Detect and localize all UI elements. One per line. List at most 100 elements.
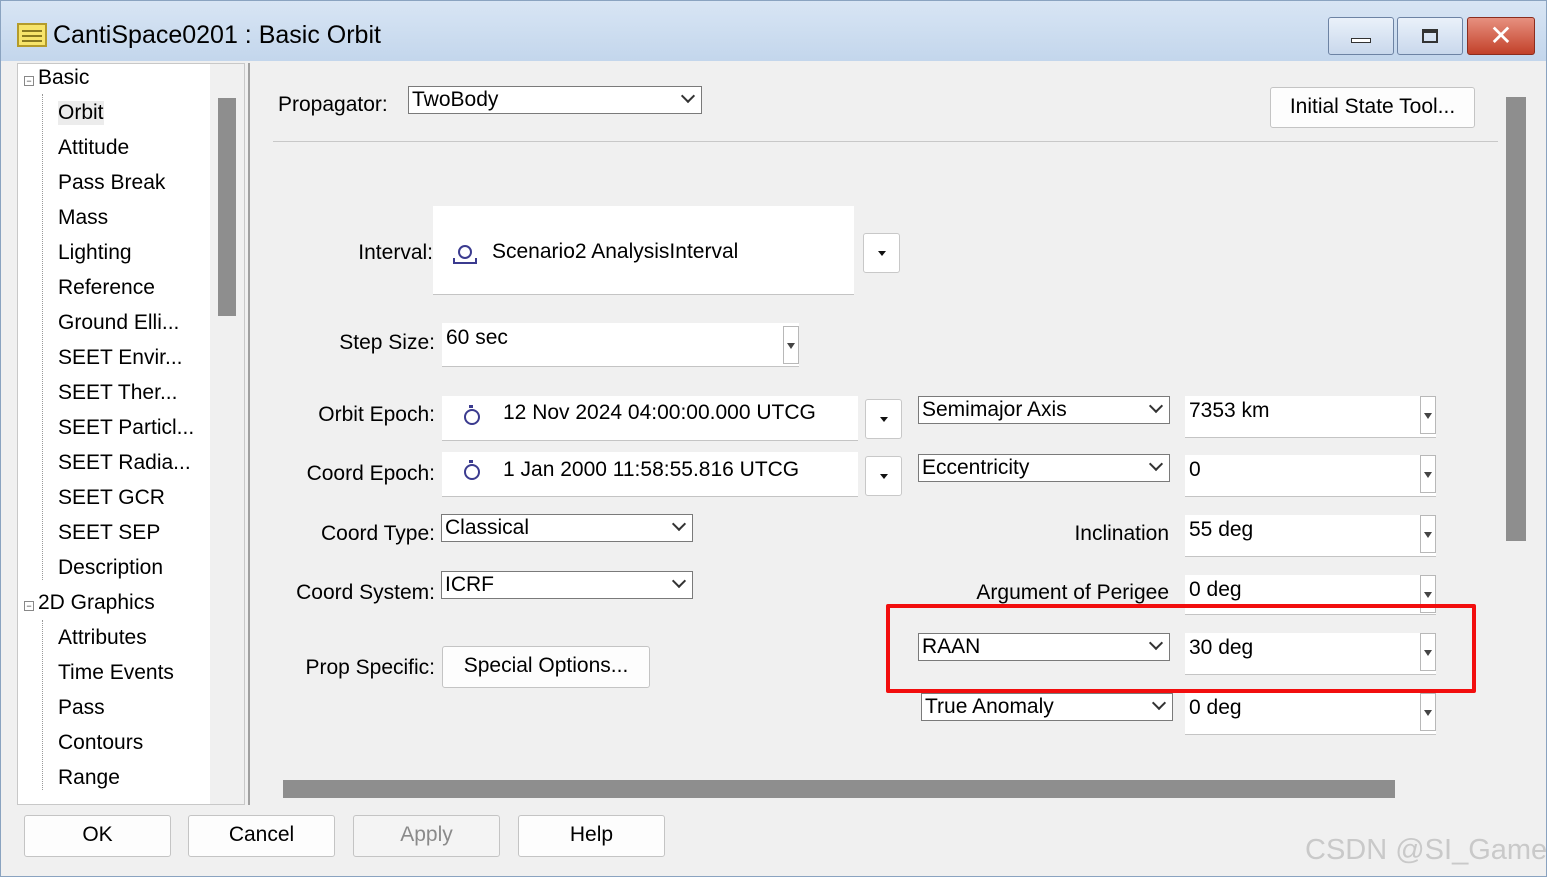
window-title: CantiSpace0201 : Basic Orbit: [53, 21, 381, 49]
step-size-value: 60 sec: [446, 326, 508, 349]
propagator-value: TwoBody: [412, 88, 499, 111]
tree-item-time-events[interactable]: Time Events: [18, 659, 212, 694]
step-size-spinner[interactable]: [783, 326, 799, 364]
tree-pane: − Basic Orbit Attitude Pass Break Mass L…: [17, 63, 245, 805]
divider: [273, 141, 1498, 142]
orbit-epoch-field[interactable]: 12 Nov 2024 04:00:00.000 UTCG: [442, 396, 858, 441]
inclination-input[interactable]: 55 deg: [1185, 515, 1436, 557]
orbit-epoch-value: 12 Nov 2024 04:00:00.000 UTCG: [503, 401, 816, 424]
tree-item-label: Description: [58, 556, 164, 579]
coord-type-select[interactable]: Classical: [441, 514, 693, 542]
main-horizontal-scrollbar-thumb[interactable]: [283, 780, 1395, 798]
notepad-icon: [17, 23, 47, 47]
title-bar[interactable]: CantiSpace0201 : Basic Orbit ✕: [1, 1, 1546, 61]
semimajor-axis-input[interactable]: 7353 km: [1185, 396, 1436, 438]
tree-item-seet-radiation[interactable]: SEET Radia...: [18, 449, 212, 484]
coord-type-value: Classical: [445, 516, 530, 539]
semimajor-axis-spinner[interactable]: [1420, 396, 1436, 434]
inclination-value: 55 deg: [1189, 518, 1254, 541]
tree-item-label: Basic: [38, 66, 90, 89]
tree-item-description[interactable]: Description: [18, 554, 212, 589]
propagator-label: Propagator:: [278, 93, 388, 116]
minimize-icon: [1351, 38, 1371, 43]
ok-button[interactable]: OK: [24, 815, 171, 857]
tree-item-attitude[interactable]: Attitude: [18, 134, 212, 169]
tree-item-pass[interactable]: Pass: [18, 694, 212, 729]
tree-scrollbar[interactable]: [210, 64, 244, 804]
tree-item-label: Time Events: [58, 661, 174, 684]
interval-value: Scenario2 AnalysisInterval: [492, 240, 739, 263]
tree-item-lighting[interactable]: Lighting: [18, 239, 212, 274]
dialog-window: CantiSpace0201 : Basic Orbit ✕ − Basic O…: [0, 0, 1547, 877]
tree-scrollbar-thumb[interactable]: [218, 98, 236, 316]
true-anomaly-input[interactable]: 0 deg: [1185, 693, 1436, 735]
tree-item-range[interactable]: Range: [18, 764, 212, 799]
coord-epoch-dropdown-button[interactable]: [865, 456, 902, 496]
tree-item-contours[interactable]: Contours: [18, 729, 212, 764]
maximize-button[interactable]: [1397, 17, 1463, 55]
tree-item-label: Orbit: [58, 101, 104, 125]
tree-item-label: SEET Particl...: [58, 416, 195, 439]
tree-item-label: SEET Radia...: [58, 451, 191, 474]
coord-system-label: Coord System:: [296, 581, 435, 604]
tree-item-2d-graphics[interactable]: − 2D Graphics: [18, 589, 212, 624]
interval-dropdown-button[interactable]: [863, 233, 900, 273]
true-anomaly-spinner[interactable]: [1420, 693, 1436, 731]
true-anomaly-select[interactable]: True Anomaly: [921, 693, 1173, 721]
tree-item-label: 2D Graphics: [38, 591, 155, 614]
interval-field[interactable]: Scenario2 AnalysisInterval: [433, 206, 854, 295]
maximize-icon: [1422, 29, 1438, 43]
tree-item-mass[interactable]: Mass: [18, 204, 212, 239]
tree-item-ground-ellipse[interactable]: Ground Elli...: [18, 309, 212, 344]
semimajor-axis-select[interactable]: Semimajor Axis: [918, 396, 1170, 424]
watermark: CSDN @SI_Gamer: [1305, 834, 1547, 866]
interval-icon: [453, 244, 477, 264]
tree-item-label: Range: [58, 766, 120, 789]
cancel-button[interactable]: Cancel: [188, 815, 335, 857]
eccentricity-option: Eccentricity: [922, 456, 1030, 479]
tree-item-label: Pass Break: [58, 171, 166, 194]
tree-item-orbit[interactable]: Orbit: [18, 99, 212, 134]
tree-item-label: SEET SEP: [58, 521, 161, 544]
interval-label: Interval:: [358, 241, 433, 264]
chevron-down-icon: [1148, 398, 1164, 414]
eccentricity-spinner[interactable]: [1420, 455, 1436, 493]
tree-item-label: Attitude: [58, 136, 130, 159]
coord-epoch-value: 1 Jan 2000 11:58:55.816 UTCG: [503, 458, 800, 481]
tree-item-basic[interactable]: − Basic: [18, 64, 212, 99]
tree-item-seet-sep[interactable]: SEET SEP: [18, 519, 212, 554]
tree-item-seet-gcr[interactable]: SEET GCR: [18, 484, 212, 519]
collapse-icon[interactable]: −: [24, 76, 34, 86]
initial-state-tool-button[interactable]: Initial State Tool...: [1270, 87, 1475, 128]
eccentricity-select[interactable]: Eccentricity: [918, 454, 1170, 482]
tree-item-reference[interactable]: Reference: [18, 274, 212, 309]
prop-specific-label: Prop Specific:: [305, 656, 435, 679]
tree-item-attributes[interactable]: Attributes: [18, 624, 212, 659]
tree-item-seet-particle[interactable]: SEET Particl...: [18, 414, 212, 449]
coord-type-label: Coord Type:: [320, 522, 435, 545]
semimajor-axis-value: 7353 km: [1189, 399, 1270, 422]
minimize-button[interactable]: [1328, 17, 1394, 55]
inclination-spinner[interactable]: [1420, 515, 1436, 553]
step-size-input[interactable]: 60 sec: [442, 323, 799, 367]
special-options-button[interactable]: Special Options...: [442, 646, 650, 688]
coord-epoch-label: Coord Epoch:: [306, 462, 435, 485]
tree-item-pass-break[interactable]: Pass Break: [18, 169, 212, 204]
propagator-select[interactable]: TwoBody: [408, 86, 702, 114]
main-vertical-scrollbar[interactable]: [1506, 63, 1528, 805]
tree-item-seet-thermal[interactable]: SEET Ther...: [18, 379, 212, 414]
eccentricity-value: 0: [1189, 458, 1201, 481]
main-vertical-scrollbar-thumb[interactable]: [1506, 97, 1526, 541]
eccentricity-input[interactable]: 0: [1185, 455, 1436, 497]
orbit-epoch-dropdown-button[interactable]: [865, 399, 902, 439]
tree-item-label: Attributes: [58, 626, 147, 649]
coord-epoch-field[interactable]: 1 Jan 2000 11:58:55.816 UTCG: [442, 452, 858, 497]
tree-item-label: SEET GCR: [58, 486, 165, 509]
tree-item-label: Lighting: [58, 241, 132, 264]
collapse-icon[interactable]: −: [24, 601, 34, 611]
tree-item-seet-environment[interactable]: SEET Envir...: [18, 344, 212, 379]
close-button[interactable]: ✕: [1467, 17, 1535, 55]
coord-system-select[interactable]: ICRF: [441, 571, 693, 599]
help-button[interactable]: Help: [518, 815, 665, 857]
apply-button[interactable]: Apply: [353, 815, 500, 857]
